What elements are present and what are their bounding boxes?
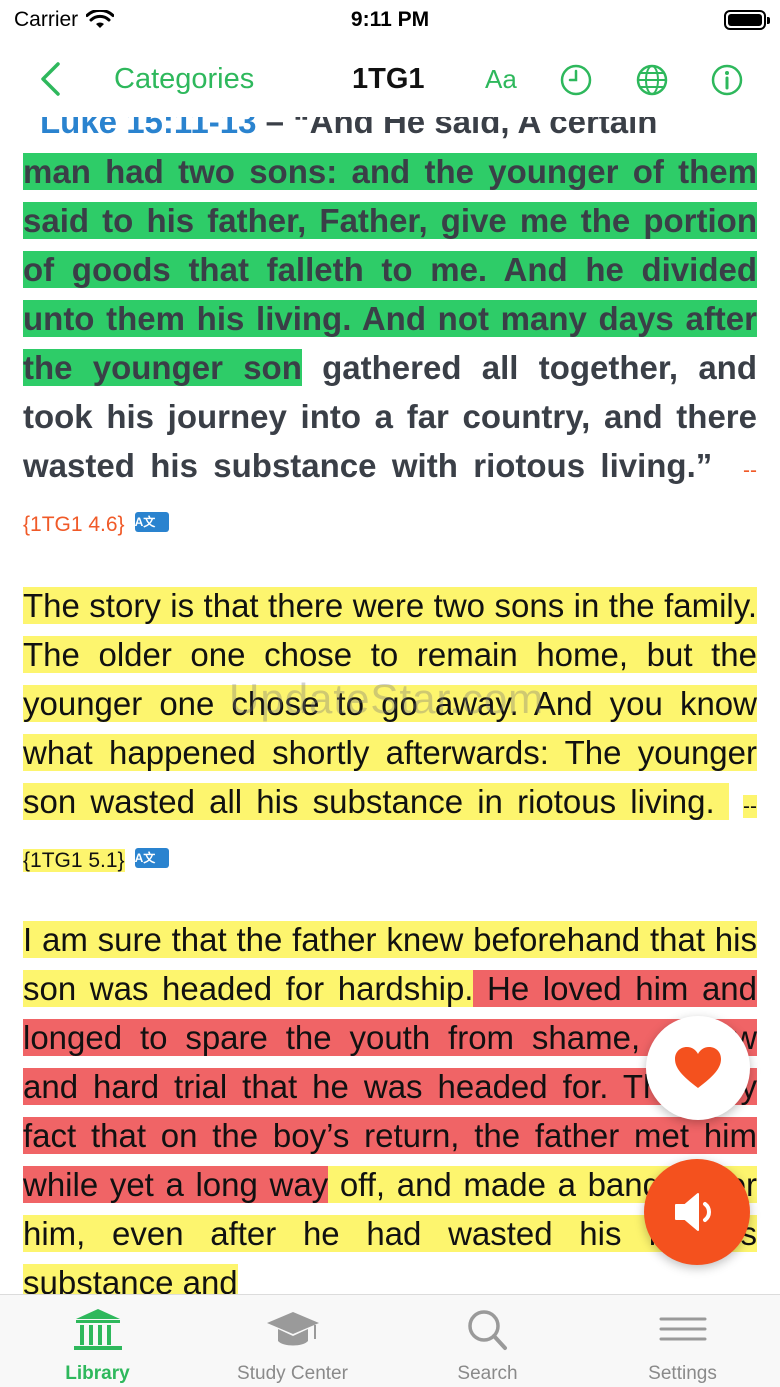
paragraph-5-1[interactable]: The story is that there were two sons in… <box>23 581 758 885</box>
status-time: 9:11 PM <box>350 8 430 31</box>
tab-study-center-label: Study Center <box>237 1363 348 1384</box>
audio-button[interactable] <box>644 1159 750 1265</box>
heart-icon <box>675 1047 721 1088</box>
reading-pane[interactable]: Luke 15:11-13 – “And He said, A certain … <box>0 117 780 1294</box>
status-bar: Carrier 9:11 PM <box>0 0 780 40</box>
translate-icon[interactable]: A文 <box>134 848 169 869</box>
chevron-left-icon <box>41 62 60 96</box>
library-icon <box>73 1309 122 1350</box>
paragraph-5-2[interactable]: I am sure that the father knew beforehan… <box>23 915 758 1294</box>
tab-search[interactable]: Search <box>390 1295 585 1387</box>
info-icon[interactable] <box>710 63 744 97</box>
tab-library[interactable]: Library <box>0 1295 195 1387</box>
tab-settings-label: Settings <box>648 1363 717 1384</box>
favorite-button[interactable] <box>646 1016 750 1120</box>
scripture-link[interactable]: Luke 15:11-13 <box>40 117 256 140</box>
tab-library-label: Library <box>65 1363 130 1384</box>
tab-settings[interactable]: Settings <box>585 1295 780 1387</box>
font-size-button[interactable]: Aa <box>485 64 517 95</box>
translate-icon[interactable]: A文 <box>134 512 169 533</box>
history-clock-icon[interactable] <box>559 63 593 97</box>
globe-icon[interactable] <box>635 63 669 97</box>
speaker-icon <box>675 1193 711 1231</box>
menu-lines-icon <box>659 1317 706 1341</box>
categories-link[interactable]: Categories <box>114 63 254 96</box>
paragraph-4-6[interactable]: man had two sons: and the younger of the… <box>23 147 757 549</box>
tab-bar: Library Study Center Search Settings <box>0 1294 780 1387</box>
cut-off-line: Luke 15:11-13 – “And He said, A certain <box>40 117 657 141</box>
battery-icon <box>724 10 770 30</box>
search-icon <box>467 1310 507 1350</box>
back-button[interactable] <box>30 59 70 99</box>
page-title: 1TG1 <box>352 63 425 95</box>
graduation-cap-icon <box>266 1312 319 1346</box>
nav-bar: Categories 1TG1 Aa <box>0 45 780 117</box>
yellow-highlight[interactable]: The story is that there were two sons in… <box>23 587 757 820</box>
tab-search-label: Search <box>457 1363 518 1384</box>
tab-study-center[interactable]: Study Center <box>195 1295 390 1387</box>
